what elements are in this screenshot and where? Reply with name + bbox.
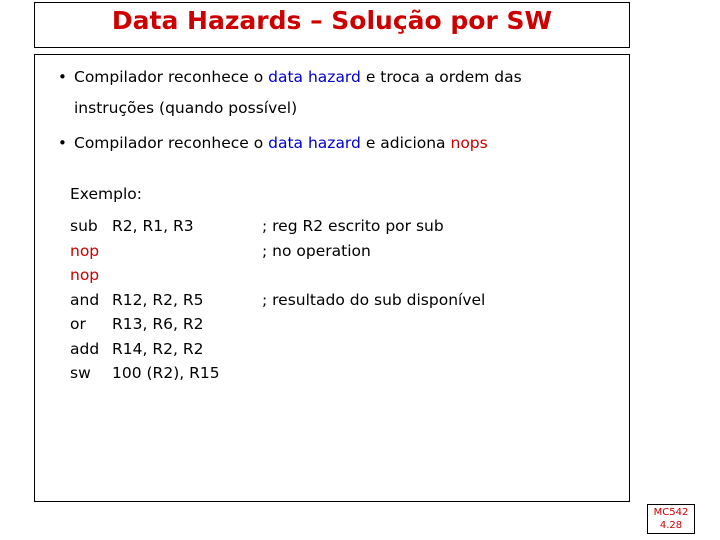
bullet-2-seg-1: Compilador reconhece o (74, 133, 269, 152)
bullet-2-seg-2: data hazard (268, 133, 361, 152)
code-block: sub R2, R1, R3 ; reg R2 escrito por sub no… (44, 217, 620, 382)
bullet-1-seg-2: data hazard (268, 68, 361, 86)
bullet-item-1: • Compilador reconhece o data hazard e t… (44, 68, 620, 86)
page-title: Data Hazards – Solução por SW (111, 6, 553, 35)
code-args: R14, R2, R2 (112, 339, 204, 358)
bullet-item-2: • Compilador reconhece o data hazard e a… (44, 133, 620, 152)
code-op: nop (70, 241, 100, 260)
footer-page-number: 4.28 (659, 519, 683, 531)
code-row: sub R2, R1, R3 ; reg R2 escrito por sub (70, 217, 620, 235)
code-op: sub (70, 217, 98, 235)
code-row: sw 100 (R2), R15 (70, 364, 620, 382)
footer-page-box: MC542 4.28 (647, 504, 695, 534)
code-op: or (70, 315, 86, 333)
code-args: R12, R2, R5 (112, 290, 204, 309)
bullet-1-line-2: instruções (quando possível) (74, 98, 298, 117)
code-comment: ; reg R2 escrito por sub (262, 217, 444, 235)
slide: Data Hazards – Solução por SW • Compilad… (0, 0, 720, 540)
code-row: and R12, R2, R5 ; resultado do sub disponí… (70, 290, 620, 309)
bullet-2-seg-4: nops (450, 133, 488, 152)
code-op: and (70, 290, 100, 309)
code-comment: ; resultado do sub disponível (262, 290, 486, 309)
code-row: or R13, R6, R2 (70, 315, 620, 333)
code-op: nop (70, 266, 100, 284)
code-row: add R14, R2, R2 (70, 339, 620, 358)
example-label: Exemplo: (70, 185, 142, 203)
code-row: nop (70, 266, 620, 284)
code-args: R2, R1, R3 (112, 217, 194, 235)
footer-course-code: MC542 (653, 507, 689, 518)
code-args: 100 (R2), R15 (112, 364, 220, 382)
bullet-marker: • (58, 133, 67, 152)
bullet-2-seg-3: e adiciona (360, 133, 451, 152)
code-row: nop ; no operation (70, 241, 620, 260)
code-op: add (70, 339, 100, 358)
bullet-1-seg-3: e troca a ordem das (360, 68, 522, 86)
slide-content: • Compilador reconhece o data hazard e t… (34, 54, 630, 502)
code-op: sw (70, 364, 91, 382)
bullet-1-seg-1: Compilador reconhece o (74, 68, 269, 86)
code-args: R13, R6, R2 (112, 315, 204, 333)
code-comment: ; no operation (262, 241, 371, 260)
bullet-marker: • (58, 68, 67, 86)
